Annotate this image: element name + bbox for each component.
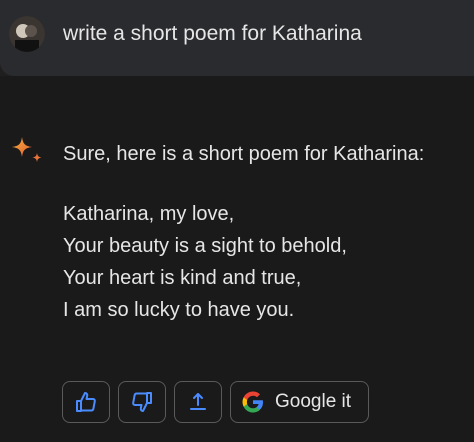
google-it-button[interactable]: Google it	[230, 381, 369, 423]
chat-page: write a short poem for Katharina Sure, h…	[0, 0, 474, 442]
thumbs-up-icon	[74, 390, 98, 414]
poem-line: Your heart is kind and true,	[63, 267, 302, 289]
thumbs-down-icon	[130, 390, 154, 414]
poem-line: I am so lucky to have you.	[63, 299, 295, 321]
share-button[interactable]	[174, 381, 222, 423]
poem-block: Katharina, my love, Your beauty is a sig…	[63, 198, 347, 326]
poem-line: Your beauty is a sight to behold,	[63, 235, 347, 257]
thumbs-up-button[interactable]	[62, 381, 110, 423]
user-avatar	[9, 16, 45, 52]
sparkle-icon	[10, 135, 44, 165]
poem-line: Katharina, my love,	[63, 203, 235, 225]
google-it-label: Google it	[275, 391, 352, 412]
google-logo-icon	[241, 390, 265, 414]
thumbs-down-button[interactable]	[118, 381, 166, 423]
user-prompt-bar: write a short poem for Katharina	[0, 0, 474, 76]
response-action-row: Google it	[62, 381, 369, 425]
user-prompt-text: write a short poem for Katharina	[63, 22, 362, 45]
share-icon	[186, 390, 210, 414]
response-intro-text: Sure, here is a short poem for Katharina…	[63, 143, 425, 165]
